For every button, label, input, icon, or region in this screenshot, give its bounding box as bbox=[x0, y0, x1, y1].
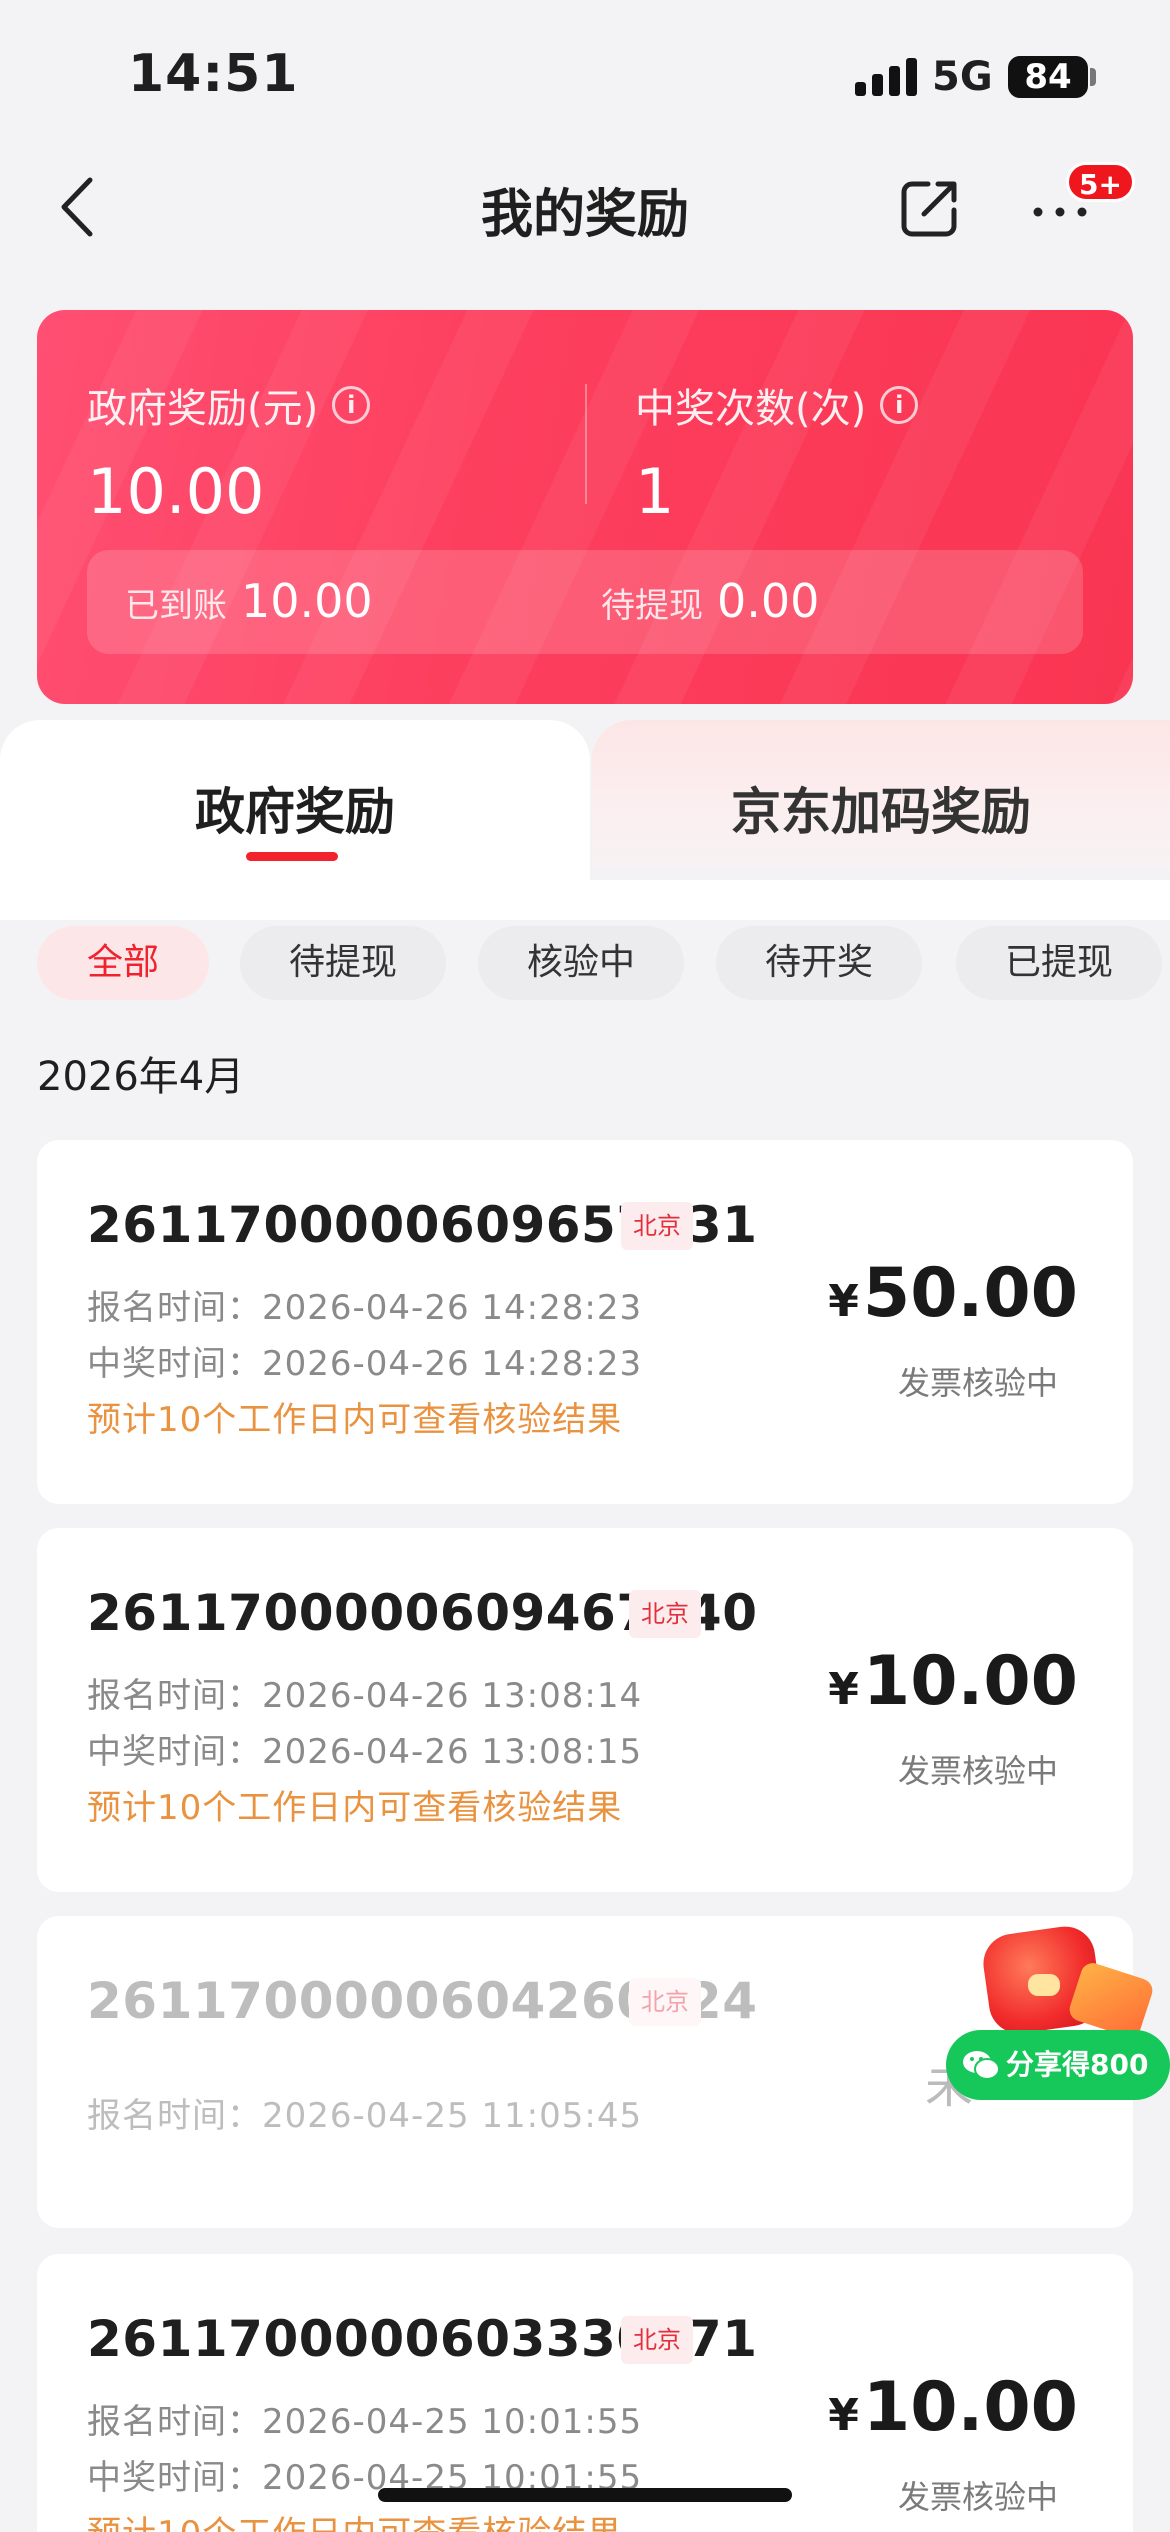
gov-reward-label-text: 政府奖励(元) bbox=[87, 386, 319, 432]
verify-tip: 预计10个工作日内可查看核验结果 bbox=[87, 2506, 622, 2532]
region-tag: 北京 bbox=[621, 2316, 693, 2364]
gov-reward-value: 10.00 bbox=[87, 455, 265, 528]
notification-badge: 5+ bbox=[1066, 162, 1135, 202]
region-tag: 北京 bbox=[629, 1590, 701, 1638]
network-type: 5G bbox=[932, 54, 993, 100]
signup-time: 报名时间：2026-04-26 14:28:23 bbox=[87, 1288, 643, 1328]
amount-value: 10.00 bbox=[862, 2368, 1078, 2447]
reward-amount: ¥10.00 bbox=[828, 1642, 1078, 1721]
month-header: 2026年4月 bbox=[37, 1054, 245, 1100]
amount-value: 50.00 bbox=[862, 1254, 1078, 1333]
info-icon[interactable]: i bbox=[880, 386, 919, 424]
signup-time: 报名时间：2026-04-26 13:08:14 bbox=[87, 1676, 643, 1716]
wechat-icon bbox=[963, 2051, 1000, 2080]
signal-icon bbox=[855, 58, 917, 96]
record-card[interactable]: 2611700000609467540 北京 报名时间：2026-04-26 1… bbox=[37, 1528, 1133, 1892]
reward-tabs: 京东加码奖励 政府奖励 bbox=[0, 720, 1170, 890]
reward-status: 发票核验中 bbox=[897, 2478, 1058, 2516]
win-count-label-text: 中奖次数(次) bbox=[635, 386, 867, 432]
tab-gov-reward[interactable]: 政府奖励 bbox=[0, 720, 590, 890]
win-count-label: 中奖次数(次) i bbox=[635, 376, 919, 434]
currency-symbol: ¥ bbox=[828, 1276, 859, 1327]
share-promo-pill: 分享得800元 bbox=[946, 2030, 1170, 2151]
filter-all[interactable]: 全部 bbox=[37, 926, 209, 1000]
received-value: 10.00 bbox=[241, 574, 373, 628]
battery-tip bbox=[1090, 68, 1096, 86]
tab-label: 政府奖励 bbox=[195, 783, 395, 841]
signup-time: 报名时间：2026-04-25 10:01:55 bbox=[87, 2402, 643, 2442]
tab-bottom bbox=[0, 880, 1170, 920]
region-tag: 北京 bbox=[629, 1978, 701, 2026]
reward-status: 发票核验中 bbox=[897, 1752, 1058, 1790]
record-card[interactable]: 2611700000609657031 北京 报名时间：2026-04-26 1… bbox=[37, 1140, 1133, 1504]
battery-icon: 84 bbox=[1008, 56, 1088, 98]
status-bar: 14:51 5G 84 bbox=[0, 0, 1170, 150]
home-indicator bbox=[378, 2488, 792, 2502]
status-time: 14:51 bbox=[128, 44, 299, 104]
signup-time: 报名时间：2026-04-25 11:05:45 bbox=[87, 2096, 643, 2136]
nav-bar: 我的奖励 5+ bbox=[0, 150, 1170, 270]
received-amount: 已到账 10.00 bbox=[125, 574, 373, 628]
page-title: 我的奖励 bbox=[480, 185, 689, 245]
filter-verifying[interactable]: 核验中 bbox=[478, 926, 684, 1000]
win-time: 中奖时间：2026-04-26 14:28:23 bbox=[87, 1344, 643, 1384]
share-arrow-icon bbox=[1066, 1960, 1156, 2040]
received-label: 已到账 bbox=[125, 586, 227, 626]
reward-summary-card: 政府奖励(元) i 10.00 中奖次数(次) i 1 已到账 10.00 待提… bbox=[37, 310, 1133, 704]
balance-breakdown: 已到账 10.00 待提现 0.00 bbox=[87, 550, 1083, 654]
filter-withdrawn[interactable]: 已提现 bbox=[956, 926, 1162, 1000]
info-icon[interactable]: i bbox=[332, 386, 371, 424]
filter-pending-draw[interactable]: 待开奖 bbox=[716, 926, 922, 1000]
region-tag: 北京 bbox=[621, 1202, 693, 1250]
gov-reward-label: 政府奖励(元) i bbox=[87, 376, 371, 434]
share-icon[interactable] bbox=[898, 176, 962, 240]
pending-value: 0.00 bbox=[717, 574, 820, 628]
tab-underline bbox=[246, 852, 338, 861]
tab-label: 京东加码奖励 bbox=[731, 783, 1031, 841]
currency-symbol: ¥ bbox=[828, 1664, 859, 1715]
coin-icon bbox=[1028, 1974, 1060, 1996]
currency-symbol: ¥ bbox=[828, 2390, 859, 2441]
verify-tip: 预计10个工作日内可查看核验结果 bbox=[87, 1400, 623, 1440]
reward-amount: ¥10.00 bbox=[828, 2368, 1078, 2447]
amount-value: 10.00 bbox=[862, 1642, 1078, 1721]
tab-jd-bonus[interactable]: 京东加码奖励 bbox=[592, 720, 1170, 870]
reward-amount: ¥50.00 bbox=[828, 1254, 1078, 1333]
divider bbox=[585, 384, 587, 504]
win-time: 中奖时间：2026-04-26 13:08:15 bbox=[87, 1732, 643, 1772]
share-promo-button[interactable]: 分享得800元 bbox=[946, 1922, 1170, 2151]
filter-pending-withdraw[interactable]: 待提现 bbox=[240, 926, 446, 1000]
win-count-value: 1 bbox=[635, 455, 675, 528]
pending-amount: 待提现 0.00 bbox=[601, 574, 819, 628]
verify-tip: 预计10个工作日内可查看核验结果 bbox=[87, 1788, 623, 1828]
reward-status: 发票核验中 bbox=[897, 1364, 1058, 1402]
pending-label: 待提现 bbox=[601, 586, 703, 626]
